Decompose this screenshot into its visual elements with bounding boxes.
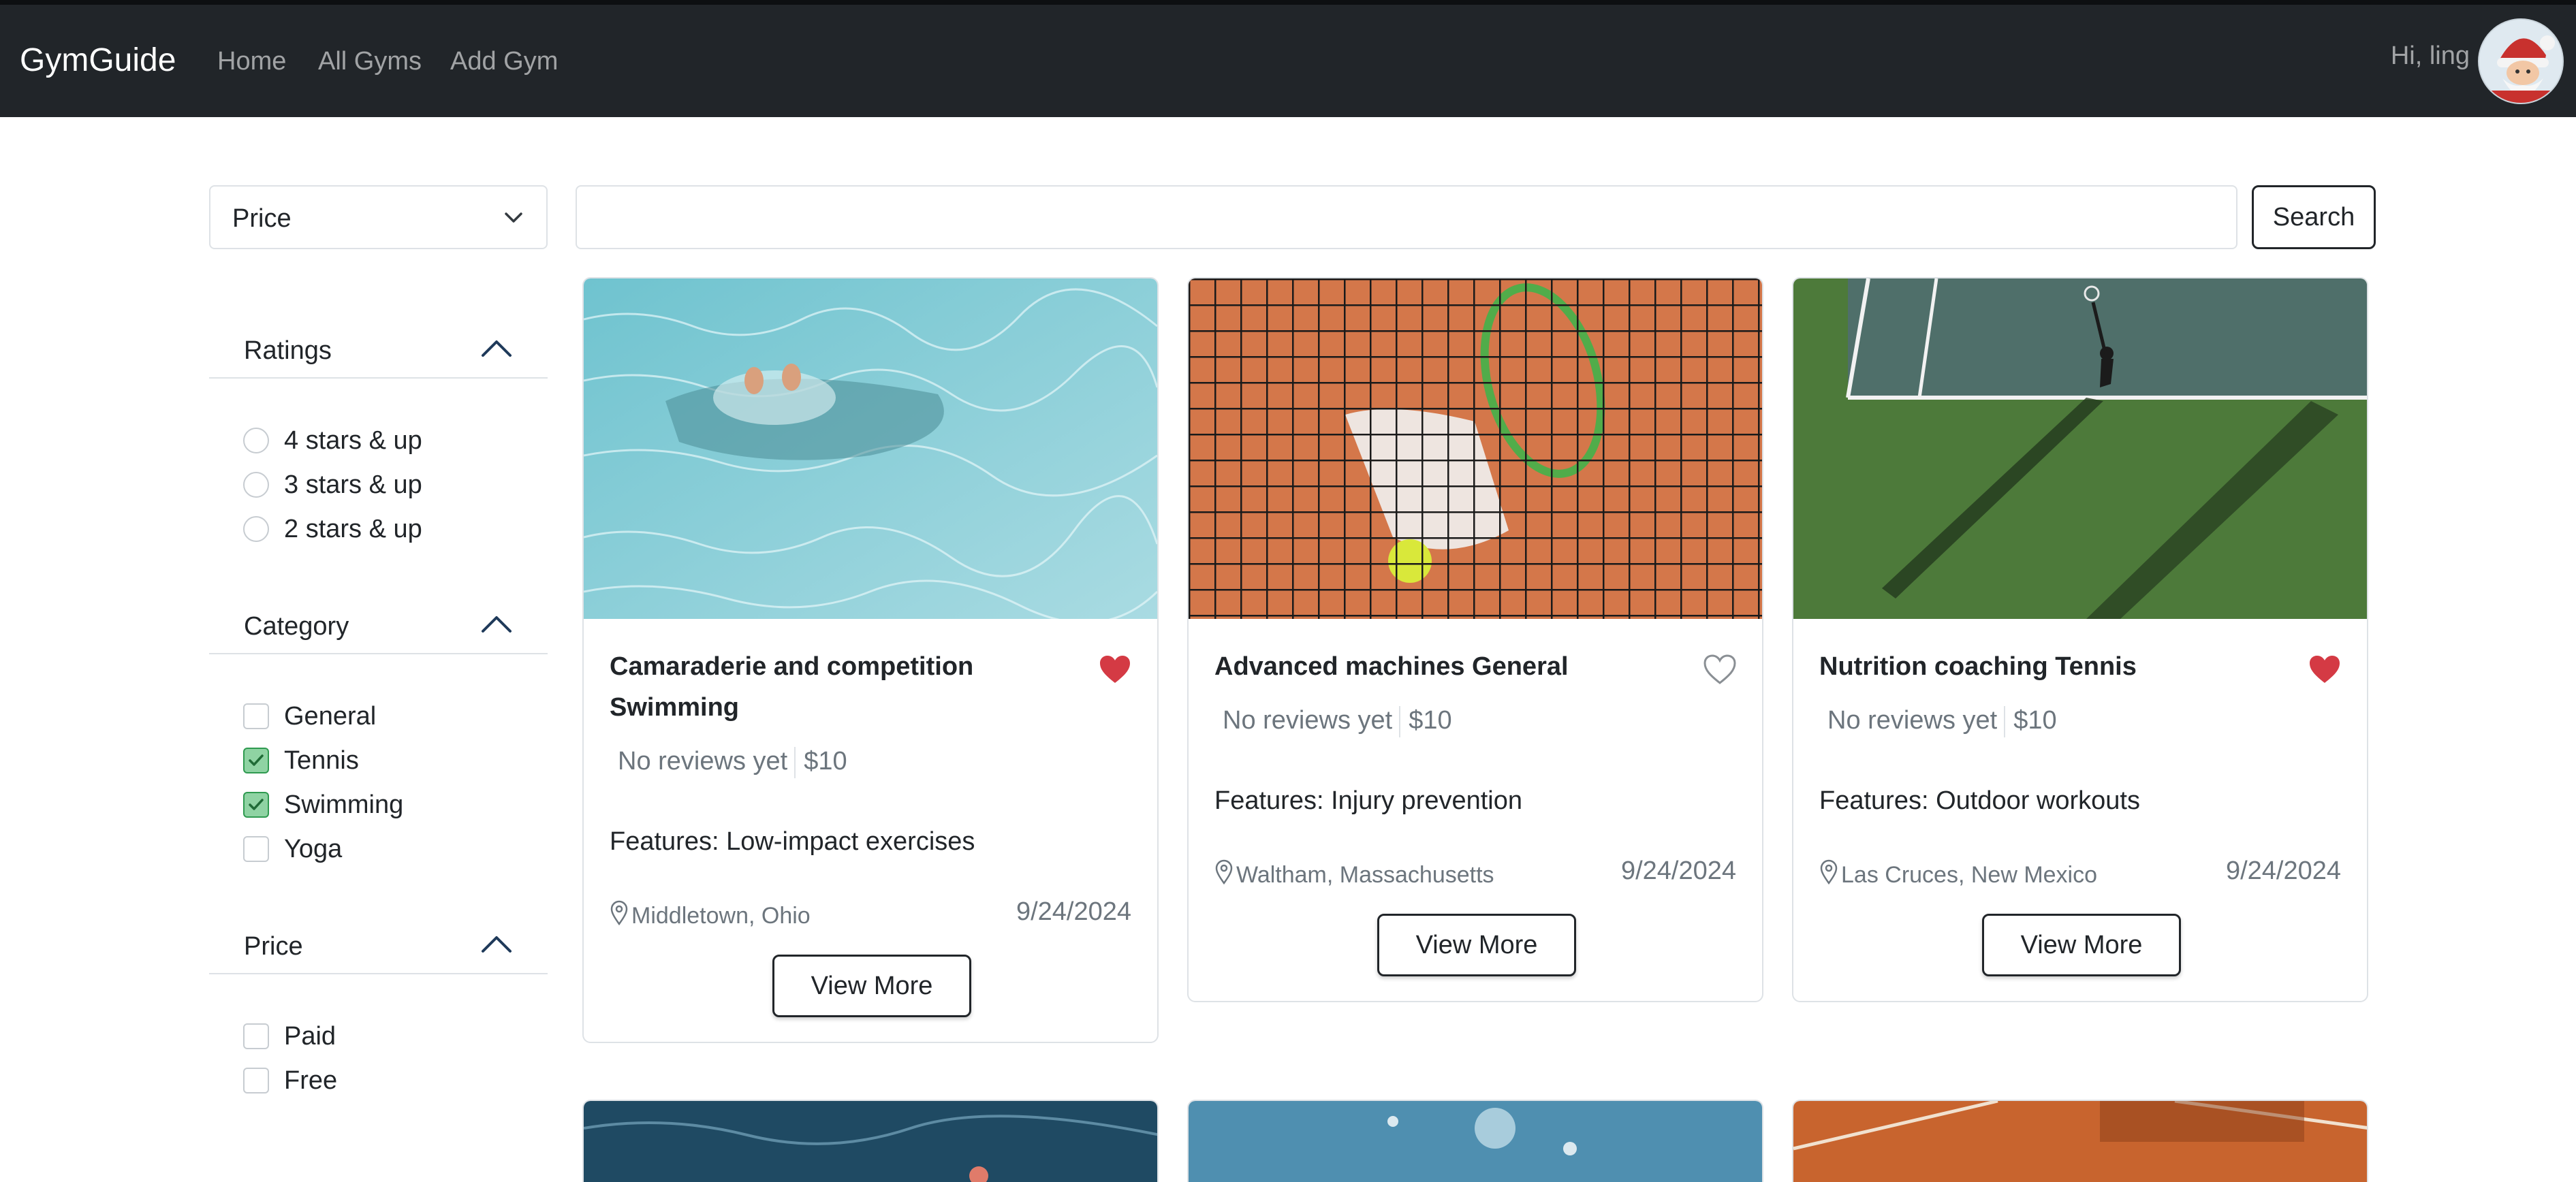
price-option-label: Free [284, 1066, 338, 1095]
gym-date: 9/24/2024 [1620, 857, 1736, 885]
review-status: No reviews yet [618, 747, 788, 776]
gym-image-splash [1189, 1101, 1762, 1182]
nav-all-gyms-link[interactable]: All Gyms [318, 48, 422, 74]
gym-location: Las Cruces, New Mexico [1819, 859, 2097, 886]
price-checkbox[interactable] [243, 1023, 269, 1049]
sort-select[interactable]: Price [209, 185, 548, 249]
chevron-down-icon [505, 212, 522, 223]
gym-card-partial [1792, 1100, 2368, 1182]
meta-divider [2004, 706, 2006, 737]
gym-card-title: Advanced machines General [1214, 652, 1569, 681]
ratings-filter-header[interactable]: Ratings [209, 338, 548, 379]
rating-radio[interactable] [243, 472, 269, 498]
review-status: No reviews yet [1223, 706, 1393, 735]
view-more-button[interactable]: View More [1982, 914, 2181, 976]
gym-card-partial [582, 1100, 1159, 1182]
gym-card-title: Nutrition coaching Tennis [1819, 652, 2137, 681]
gym-card: Nutrition coaching Tennis No reviews yet… [1792, 277, 2368, 1002]
view-more-button[interactable]: View More [772, 955, 971, 1017]
gym-card-meta: No reviews yet $10 [1223, 706, 1452, 737]
price-checkbox[interactable] [243, 1068, 269, 1093]
location-pin-icon [1820, 859, 1838, 885]
category-checkbox-checked[interactable] [243, 792, 269, 818]
gym-price: $10 [2013, 706, 2057, 735]
gym-card: Advanced machines General No reviews yet… [1187, 277, 1763, 1002]
ratings-filter-title: Ratings [244, 336, 332, 365]
category-option-label: Tennis [284, 746, 359, 775]
gym-features: Features: Low-impact exercises [610, 827, 975, 856]
location-pin-icon [610, 900, 628, 926]
gym-card-meta: No reviews yet $10 [1827, 706, 2057, 737]
gym-location: Waltham, Massachusetts [1214, 859, 1494, 886]
view-more-button[interactable]: View More [1377, 914, 1576, 976]
heart-filled-icon[interactable] [2308, 654, 2341, 684]
location-pin-icon [1215, 859, 1233, 885]
gym-date: 9/24/2024 [2225, 857, 2341, 885]
gym-image-clay-court [1793, 1101, 2367, 1182]
category-filter-header[interactable]: Category [209, 613, 548, 654]
price-option-label: Paid [284, 1022, 336, 1051]
chevron-up-icon [482, 340, 512, 357]
rating-radio[interactable] [243, 516, 269, 542]
gym-location-text: Las Cruces, New Mexico [1841, 862, 2098, 888]
category-option-label: Swimming [284, 790, 404, 819]
gym-image-swimming-pool [584, 278, 1157, 619]
heart-filled-icon[interactable] [1099, 654, 1131, 684]
category-checkbox[interactable] [243, 703, 269, 729]
category-option-label: General [284, 702, 377, 731]
gym-price: $10 [804, 747, 847, 776]
user-greeting: Hi, ling [2390, 42, 2470, 70]
category-option-label: Yoga [284, 835, 343, 863]
navbar: GymGuide Home All Gyms Add Gym Hi, ling [0, 5, 2576, 117]
gym-card-title: Camaraderie and competition Swimming [610, 652, 974, 722]
chevron-up-icon [482, 616, 512, 633]
nav-home-link[interactable]: Home [217, 48, 286, 74]
gym-features: Features: Outdoor workouts [1819, 786, 2140, 815]
rating-option-label: 4 stars & up [284, 426, 422, 455]
price-filter-header[interactable]: Price [209, 933, 548, 974]
gym-location: Middletown, Ohio [610, 900, 811, 927]
category-checkbox-checked[interactable] [243, 748, 269, 773]
chevron-up-icon [482, 936, 512, 953]
sort-select-value: Price [232, 204, 292, 233]
gym-image-tennis-net [1189, 278, 1762, 619]
gym-image-tennis-court [1793, 278, 2367, 619]
gym-card-meta: No reviews yet $10 [618, 747, 847, 778]
rating-option-label: 3 stars & up [284, 470, 422, 499]
category-checkbox[interactable] [243, 836, 269, 862]
meta-divider [794, 747, 796, 778]
gym-card: Camaraderie and competition Swimming No … [582, 277, 1159, 1043]
meta-divider [1399, 706, 1401, 737]
gym-image-dark-pool [584, 1101, 1157, 1182]
search-input[interactable] [576, 185, 2237, 249]
santa-avatar-icon [2479, 20, 2562, 103]
review-status: No reviews yet [1827, 706, 1998, 735]
gym-location-text: Middletown, Ohio [631, 903, 811, 929]
brand-logo-link[interactable]: GymGuide [20, 44, 176, 77]
user-avatar[interactable] [2478, 18, 2564, 104]
gym-features: Features: Injury prevention [1214, 786, 1523, 815]
nav-add-gym-link[interactable]: Add Gym [450, 48, 558, 74]
search-button[interactable]: Search [2252, 185, 2376, 249]
price-filter-title: Price [244, 932, 303, 961]
gym-location-text: Waltham, Massachusetts [1236, 862, 1494, 888]
category-filter-title: Category [244, 612, 349, 641]
rating-radio[interactable] [243, 428, 269, 453]
gym-price: $10 [1409, 706, 1452, 735]
gym-date: 9/24/2024 [1016, 897, 1131, 926]
rating-option-label: 2 stars & up [284, 515, 422, 543]
gym-card-partial [1187, 1100, 1763, 1182]
checkmark-icon [249, 754, 264, 766]
window-top-edge [0, 0, 2576, 5]
heart-outline-icon[interactable] [1703, 654, 1736, 684]
checkmark-icon [249, 799, 264, 810]
